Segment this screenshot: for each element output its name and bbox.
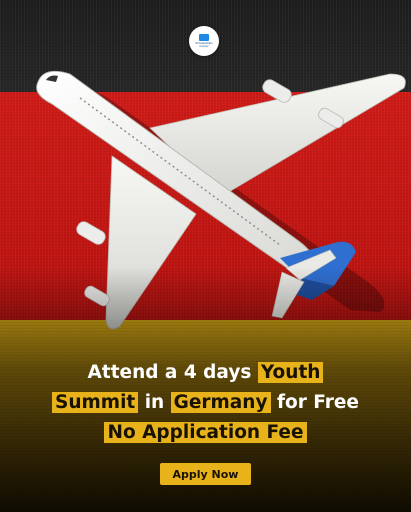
highlight-germany: Germany <box>170 392 271 413</box>
headline-text: in <box>144 392 165 413</box>
logo-text: Scholarships Corner <box>195 41 213 48</box>
headline-line-3: No Application Fee <box>0 418 411 448</box>
apply-now-button[interactable]: Apply Now <box>160 463 251 485</box>
headline: Attend a 4 days Youth Summit in Germany … <box>0 358 411 448</box>
poster: Scholarships Corner Attend a 4 days Yout… <box>0 0 411 512</box>
headline-text: for Free <box>276 392 359 413</box>
headline-line-2: Summit in Germany for Free <box>0 388 411 418</box>
highlight-summit: Summit <box>52 392 139 413</box>
scholarships-corner-logo: Scholarships Corner <box>189 26 219 56</box>
graduation-cap-icon <box>199 34 209 41</box>
highlight-youth: Youth <box>257 362 324 383</box>
headline-text: Attend a 4 days <box>87 362 252 383</box>
highlight-no-application-fee: No Application Fee <box>104 422 307 443</box>
headline-line-1: Attend a 4 days Youth <box>0 358 411 388</box>
